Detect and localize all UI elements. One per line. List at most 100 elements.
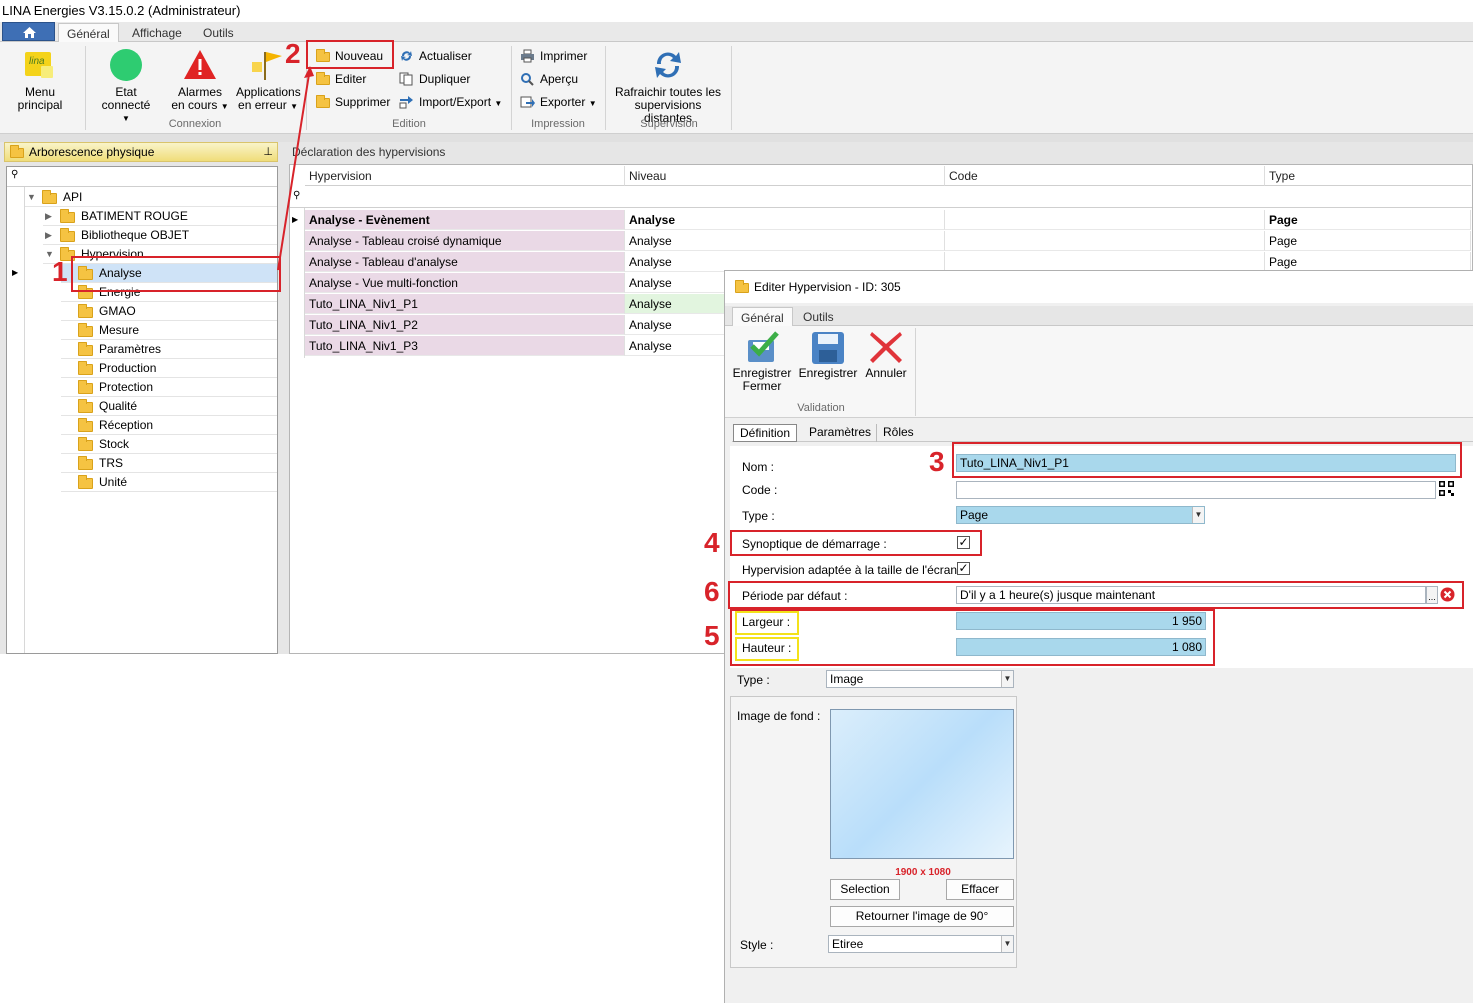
home-tab[interactable] [2, 22, 55, 41]
import-export-label: Import/Export [419, 95, 492, 109]
import-export-button[interactable]: Import/Export ▼ [397, 92, 507, 112]
grid-cell[interactable]: Page [1265, 210, 1471, 230]
actualiser-label: Actualiser [419, 49, 472, 63]
chevron-down-icon: ▼ [494, 99, 503, 108]
impression-group-label: Impression [531, 118, 585, 130]
qr-code-icon[interactable] [1438, 480, 1455, 497]
grid-cell[interactable]: Analyse - Vue multi-fonction [305, 273, 625, 293]
tree-item-label: Protection [99, 380, 154, 394]
grid-cell[interactable] [945, 231, 1265, 251]
style-label: Style : [740, 938, 774, 952]
tree-item[interactable]: GMAO [61, 302, 277, 321]
tree-item[interactable]: Production [61, 359, 277, 378]
window-title: LINA Energies V3.15.0.2 (Administrateur) [0, 0, 1473, 22]
annotation-box-6 [728, 581, 1464, 609]
import-export-icon [399, 96, 413, 109]
menu-principal-button[interactable]: lina Menu principal [2, 46, 78, 112]
exporter-button[interactable]: Exporter ▼ [518, 92, 600, 112]
tab-outils[interactable]: Outils [195, 23, 242, 42]
type-select[interactable]: Page ▼ [956, 506, 1205, 524]
column-header-code[interactable]: Code [945, 166, 1265, 186]
imprimer-label: Imprimer [540, 49, 588, 63]
tree-item-label: Réception [99, 418, 154, 432]
annotation-box-4 [730, 530, 982, 556]
column-header-niveau[interactable]: Niveau [625, 166, 945, 186]
group-separator [915, 328, 916, 416]
chevron-right-icon: ▶ [45, 211, 52, 221]
tree-item[interactable]: Qualité [61, 397, 277, 416]
save-close-label-2: Fermer [742, 379, 782, 393]
rafraichir-button[interactable]: Rafraichir toutes les supervisions dista… [609, 46, 727, 125]
tree-item-label: Unité [99, 475, 128, 489]
tree-item[interactable]: Protection [61, 378, 277, 397]
effacer-button[interactable]: Effacer [946, 879, 1014, 900]
editer-button[interactable]: Editer [313, 69, 393, 89]
folder-icon [10, 145, 24, 158]
grid-cell[interactable]: Analyse - Evènement [305, 210, 625, 230]
grid-cell[interactable] [945, 252, 1265, 272]
selection-button[interactable]: Selection [830, 879, 900, 900]
grid-cell[interactable]: Analyse - Tableau d'analyse [305, 252, 625, 272]
tree-item[interactable]: Réception [61, 416, 277, 435]
subtab-definition[interactable]: Définition [733, 424, 798, 442]
style-select[interactable]: Etiree ▼ [828, 935, 1014, 953]
menu-principal-label: Menu principal [17, 85, 63, 112]
subtab-roles[interactable]: Rôles [876, 424, 917, 442]
save-button[interactable]: Enregistrer [797, 330, 859, 386]
code-input[interactable] [956, 481, 1436, 499]
grid-filter-row[interactable]: ⚲ [290, 187, 1472, 208]
grid-cell[interactable]: Page [1265, 252, 1471, 272]
tree-item[interactable]: ▶ Bibliotheque OBJET [43, 226, 277, 245]
tab-affichage[interactable]: Affichage [124, 23, 190, 42]
grid-cell[interactable]: Page [1265, 231, 1471, 251]
grid-cell[interactable] [945, 210, 1265, 230]
dupliquer-button[interactable]: Dupliquer [397, 69, 507, 89]
grid-cell[interactable]: Analyse [625, 210, 945, 230]
etat-connecte-button[interactable]: Etat connecté ▼ [90, 46, 162, 123]
apercu-button[interactable]: Aperçu [518, 69, 600, 89]
group-separator [85, 46, 86, 130]
actualiser-button[interactable]: Actualiser [397, 46, 507, 66]
grid-cell[interactable]: Analyse - Tableau croisé dynamique [305, 231, 625, 251]
column-header-hypervision[interactable]: Hypervision [305, 166, 625, 186]
column-header-type[interactable]: Type [1265, 166, 1471, 186]
imprimer-button[interactable]: Imprimer [518, 46, 600, 66]
type2-select[interactable]: Image ▼ [826, 670, 1014, 688]
dupliquer-label: Dupliquer [419, 72, 471, 86]
grid-cell[interactable]: Analyse [625, 252, 945, 272]
annotation-number-4: 4 [704, 527, 720, 558]
folder-icon [78, 342, 93, 356]
subtab-parametres[interactable]: Paramètres [803, 424, 877, 442]
close-icon [870, 332, 902, 363]
alarmes-button[interactable]: Alarmes en cours ▼ [166, 46, 234, 112]
tree-filter-row[interactable]: ⚲ [7, 167, 277, 187]
dialog-tab-outils[interactable]: Outils [795, 307, 842, 326]
annotation-highlight-hauteur [735, 637, 799, 661]
dialog-tab-general[interactable]: Général [732, 307, 793, 326]
retourner-button[interactable]: Retourner l'image de 90° [830, 906, 1014, 927]
tab-general[interactable]: Général [58, 23, 119, 42]
tree-item[interactable]: Stock [61, 435, 277, 454]
tree-item[interactable]: Unité [61, 473, 277, 492]
validation-group-label: Validation [797, 402, 845, 414]
type2-select-value: Image [830, 672, 864, 686]
tree-item[interactable]: ▶ BATIMENT ROUGE [43, 207, 277, 226]
save-close-button[interactable]: Enregistrer Fermer [730, 330, 794, 396]
alarmes-label-2: en cours [171, 98, 218, 112]
adaptee-checkbox[interactable]: ✓ [957, 562, 970, 575]
cancel-button[interactable]: Annuler [861, 330, 911, 386]
supprimer-button[interactable]: Supprimer [313, 92, 393, 112]
background-image-preview[interactable] [830, 709, 1014, 859]
tree-item-api[interactable]: ▼ API [25, 188, 277, 207]
grid-cell[interactable]: Tuto_LINA_Niv1_P1 [305, 294, 625, 314]
tree-item-label: Qualité [99, 399, 138, 413]
grid-cell[interactable]: Tuto_LINA_Niv1_P3 [305, 336, 625, 356]
tree-item[interactable]: Paramètres [61, 340, 277, 359]
annotation-box-5 [730, 609, 1215, 666]
tree-item[interactable]: TRS [61, 454, 277, 473]
tree-item[interactable]: Mesure [61, 321, 277, 340]
sync-icon [655, 52, 681, 78]
dialog-title: Editer Hypervision - ID: 305 [754, 280, 901, 294]
grid-cell[interactable]: Tuto_LINA_Niv1_P2 [305, 315, 625, 335]
grid-cell[interactable]: Analyse [625, 231, 945, 251]
